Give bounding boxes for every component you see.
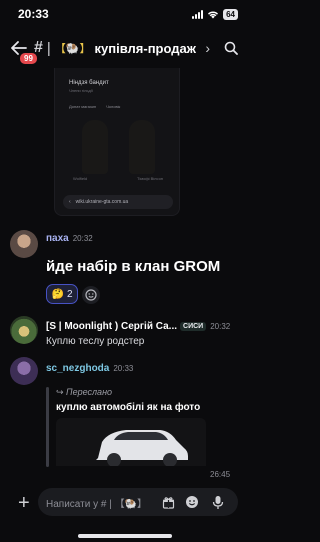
microphone-icon bbox=[212, 495, 224, 509]
reaction-button[interactable]: 🤔 2 bbox=[46, 284, 78, 304]
forwarded-text: куплю автомобілі як на фото bbox=[56, 402, 201, 413]
search-icon bbox=[224, 41, 238, 55]
chevron-left-icon: ‹ bbox=[69, 199, 71, 205]
avatar[interactable] bbox=[10, 357, 38, 385]
message-input[interactable]: Написати у # | 【🐏】 bbox=[38, 488, 238, 516]
guild-tag-badge: СИСИ bbox=[180, 322, 207, 331]
avatar[interactable] bbox=[10, 316, 38, 344]
embed-url-bar: ‹ wiki.ukraine-gta.com.ua bbox=[63, 195, 173, 209]
message-text: йде набір в клан GROM bbox=[46, 258, 221, 275]
message-author[interactable]: паха bbox=[46, 233, 69, 244]
message-author[interactable]: sc_nezghoda bbox=[46, 363, 109, 374]
gift-icon bbox=[162, 496, 174, 509]
voice-message-button[interactable] bbox=[210, 494, 226, 510]
gift-button[interactable] bbox=[160, 494, 176, 510]
car-image[interactable] bbox=[56, 418, 206, 466]
embed-subtitle: Члени гільдії bbox=[69, 88, 93, 93]
embed-url: wiki.ukraine-gta.com.ua bbox=[75, 199, 129, 205]
channel-emoji: 【🐏】 bbox=[54, 43, 91, 55]
message-author[interactable]: [S | Moonlight ) Сергій Са... bbox=[46, 321, 177, 332]
add-attachment-button[interactable]: + bbox=[18, 492, 30, 515]
message-time: 20:33 bbox=[113, 364, 134, 373]
channel-separator: | bbox=[46, 39, 51, 57]
forwarded-label: Переслано bbox=[66, 387, 113, 397]
unread-badge: 99 bbox=[18, 51, 39, 66]
embed-action: Чоловік bbox=[106, 104, 121, 109]
add-reaction-button[interactable] bbox=[82, 286, 100, 304]
emoji-icon bbox=[186, 496, 198, 508]
signal-icon bbox=[192, 9, 204, 19]
status-icons: 64 bbox=[192, 8, 238, 20]
smiley-add-icon bbox=[85, 289, 97, 301]
channel-name[interactable]: купівля-продаж bbox=[95, 41, 200, 56]
search-button[interactable] bbox=[220, 37, 242, 59]
car-photo bbox=[56, 418, 206, 466]
battery-icon: 64 bbox=[223, 8, 238, 20]
message-time: 20:32 bbox=[210, 322, 231, 331]
message-input-placeholder: Написати у # | 【🐏】 bbox=[46, 498, 148, 510]
embed-actions: Донат магазин Чоловік bbox=[69, 104, 120, 109]
message-text: Куплю теслу родстер bbox=[46, 336, 145, 347]
reaction-emoji: 🤔 bbox=[51, 288, 64, 300]
embed-title: Ніндзя бандит bbox=[69, 80, 109, 86]
forward-indicator bbox=[46, 387, 49, 467]
status-time: 20:33 bbox=[18, 7, 49, 21]
chevron-right-icon[interactable]: › bbox=[205, 40, 210, 56]
embed-label: Тімофі Вілсон bbox=[137, 176, 163, 181]
forward-arrow-icon: ↪ bbox=[56, 387, 67, 397]
reaction-count: 2 bbox=[66, 288, 73, 300]
avatar[interactable] bbox=[10, 230, 38, 258]
wifi-icon bbox=[208, 10, 219, 18]
composer: + Написати у # | 【🐏】 bbox=[0, 478, 250, 542]
emoji-button[interactable] bbox=[184, 494, 200, 510]
status-bar: 20:33 64 bbox=[0, 0, 250, 28]
embed-action: Донат магазин bbox=[69, 104, 97, 109]
embed-figures bbox=[71, 120, 165, 180]
embed-labels: Wolfield Тімофі Вілсон bbox=[73, 176, 163, 181]
image-attachment[interactable]: Ніндзя бандит Члени гільдії Донат магази… bbox=[54, 68, 180, 216]
embed-label: Wolfield bbox=[73, 176, 88, 181]
home-indicator bbox=[78, 534, 172, 538]
message-time: 20:32 bbox=[72, 234, 93, 243]
